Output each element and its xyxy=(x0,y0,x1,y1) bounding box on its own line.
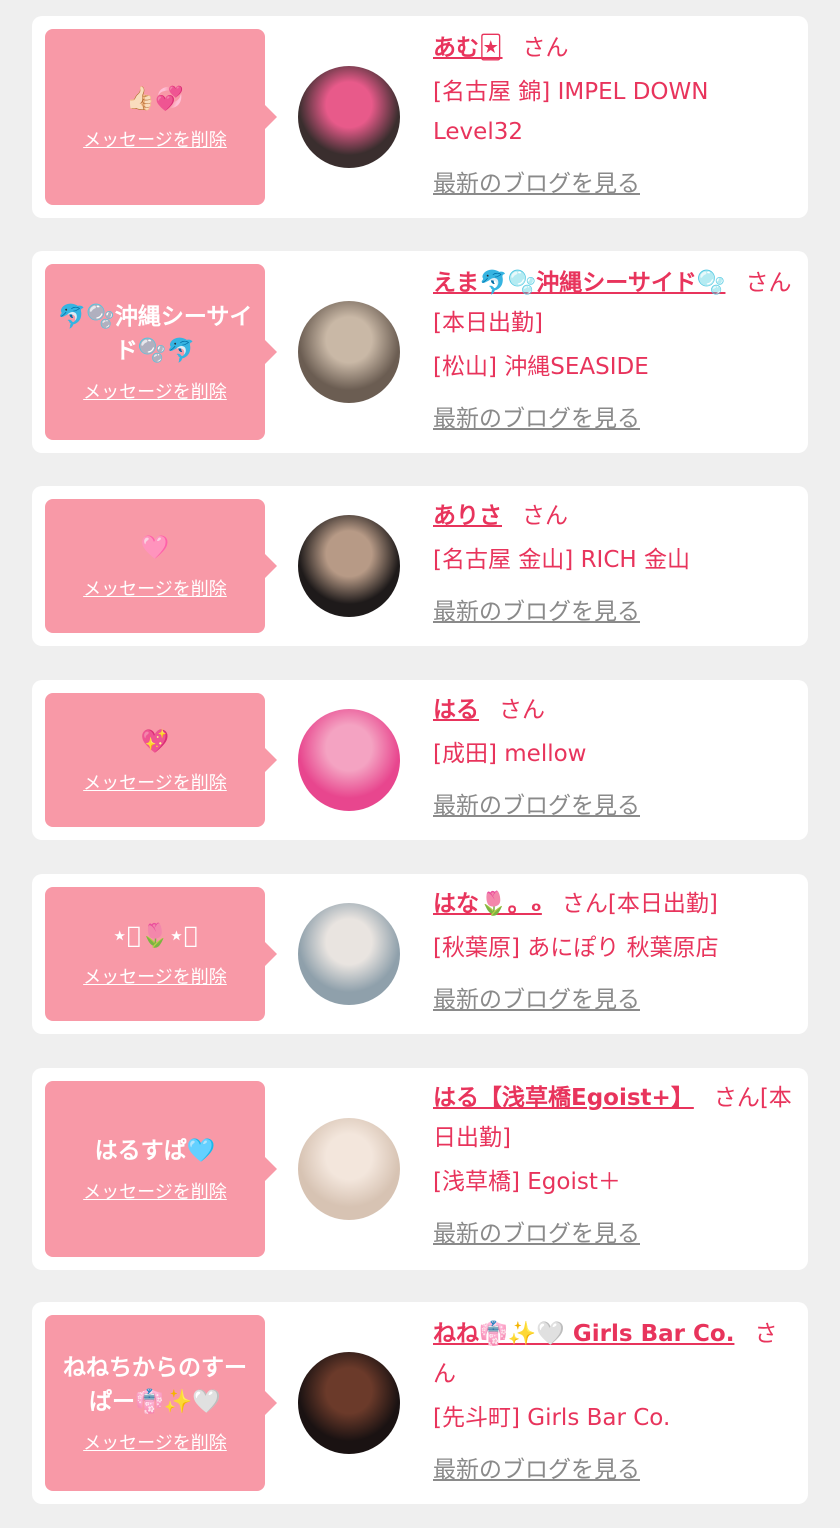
cast-info: はな🌷。ₒ さん[本日出勤] [秋葉原] あにぽり 秋葉原店 最新のブログを見る xyxy=(433,884,793,1020)
avatar[interactable] xyxy=(298,1118,400,1220)
avatar[interactable] xyxy=(298,66,400,168)
message-bubble: ⋆͛🌷⋆͛ メッセージを削除 xyxy=(45,887,277,1021)
avatar[interactable] xyxy=(298,301,400,403)
avatar[interactable] xyxy=(298,709,400,811)
message-text: 👍🏻💞 xyxy=(126,86,184,112)
honorific: さん xyxy=(561,891,608,917)
cast-info: はる【浅草橋Egoist+】 さん[本日出勤] [浅草橋] Egoist＋ 最新の… xyxy=(433,1078,793,1254)
delete-message-link[interactable]: メッセージを削除 xyxy=(83,769,227,795)
cast-name-link[interactable]: ありさ xyxy=(433,503,502,529)
latest-blog-link[interactable]: 最新のブログを見る xyxy=(433,980,640,1020)
cast-info: えま🐬🫧沖縄シーサイド🫧 さん [本日出勤] [松山] 沖縄SEASIDE 最新のブ… xyxy=(433,263,793,439)
avatar[interactable] xyxy=(298,903,400,1005)
latest-blog-link[interactable]: 最新のブログを見る xyxy=(433,1214,640,1254)
latest-blog-link[interactable]: 最新のブログを見る xyxy=(433,786,640,826)
honorific: さん xyxy=(522,503,568,529)
message-bubble: ねねちからのすーぱー👘✨🤍 メッセージを削除 xyxy=(45,1315,277,1491)
shop-name: [名古屋 錦] IMPEL DOWN Level32 xyxy=(433,79,709,145)
favorite-card: 👍🏻💞 メッセージを削除 あむ🃏 さん [名古屋 錦] IMPEL DOWN Le… xyxy=(32,16,808,218)
honorific: さん xyxy=(499,697,545,723)
cast-name-link[interactable]: はる xyxy=(433,697,479,723)
shop-name: [成田] mellow xyxy=(433,741,587,767)
favorite-card: 🐬🫧沖縄シーサイド🫧🐬 メッセージを削除 えま🐬🫧沖縄シーサイド🫧 さん [本日出勤… xyxy=(32,251,808,453)
cast-info: あむ🃏 さん [名古屋 錦] IMPEL DOWN Level32 最新のブログを… xyxy=(433,28,793,204)
message-text: 🩷 xyxy=(140,535,170,561)
honorific: さん xyxy=(522,35,569,61)
message-text: 💖 xyxy=(140,729,170,755)
cast-info: ありさ さん [名古屋 金山] RICH 金山 最新のブログを見る xyxy=(433,496,793,632)
shop-name: [浅草橋] Egoist＋ xyxy=(433,1169,621,1195)
favorite-card: はるすぱ🩵 メッセージを削除 はる【浅草橋Egoist+】 さん[本日出勤] [浅… xyxy=(32,1068,808,1270)
status-text: [本日出勤] xyxy=(607,891,718,917)
message-bubble: 🩷 メッセージを削除 xyxy=(45,499,277,633)
shop-name: [名古屋 金山] RICH 金山 xyxy=(433,547,690,573)
honorific: さん xyxy=(745,270,792,296)
message-text: ねねちからのすーぱー👘✨🤍 xyxy=(63,1355,247,1415)
delete-message-link[interactable]: メッセージを削除 xyxy=(83,963,227,989)
delete-message-link[interactable]: メッセージを削除 xyxy=(83,1178,227,1204)
cast-name-link[interactable]: ねね👘✨🤍 Girls Bar Co. xyxy=(433,1321,734,1347)
shop-name: [秋葉原] あにぽり 秋葉原店 xyxy=(433,935,719,961)
latest-blog-link[interactable]: 最新のブログを見る xyxy=(433,592,640,632)
cast-name-link[interactable]: あむ🃏 xyxy=(433,35,503,61)
delete-message-link[interactable]: メッセージを削除 xyxy=(83,126,227,152)
cast-info: はる さん [成田] mellow 最新のブログを見る xyxy=(433,690,793,826)
favorite-card: ねねちからのすーぱー👘✨🤍 メッセージを削除 ねね👘✨🤍 Girls Bar C… xyxy=(32,1302,808,1504)
message-text: ⋆͛🌷⋆͛ xyxy=(112,923,198,949)
favorite-list: 👍🏻💞 メッセージを削除 あむ🃏 さん [名古屋 錦] IMPEL DOWN Le… xyxy=(0,0,840,1528)
message-bubble: 👍🏻💞 メッセージを削除 xyxy=(45,29,277,205)
message-text: 🐬🫧沖縄シーサイド🫧🐬 xyxy=(57,304,253,364)
favorite-card: ⋆͛🌷⋆͛ メッセージを削除 はな🌷。ₒ さん[本日出勤] [秋葉原] あにぽり … xyxy=(32,874,808,1034)
avatar[interactable] xyxy=(298,1352,400,1454)
message-text: はるすぱ🩵 xyxy=(94,1138,216,1164)
latest-blog-link[interactable]: 最新のブログを見る xyxy=(433,399,640,439)
cast-name-link[interactable]: はな🌷。ₒ xyxy=(433,891,542,917)
message-bubble: 🐬🫧沖縄シーサイド🫧🐬 メッセージを削除 xyxy=(45,264,277,440)
avatar[interactable] xyxy=(298,515,400,617)
delete-message-link[interactable]: メッセージを削除 xyxy=(83,1429,227,1455)
cast-name-link[interactable]: えま🐬🫧沖縄シーサイド🫧 xyxy=(433,270,725,296)
cast-name-link[interactable]: はる【浅草橋Egoist+】 xyxy=(433,1085,694,1111)
favorite-card: 🩷 メッセージを削除 ありさ さん [名古屋 金山] RICH 金山 最新のブログ… xyxy=(32,486,808,646)
delete-message-link[interactable]: メッセージを削除 xyxy=(83,378,227,404)
honorific: さん xyxy=(713,1085,760,1111)
message-bubble: はるすぱ🩵 メッセージを削除 xyxy=(45,1081,277,1257)
status-text: [本日出勤] xyxy=(433,310,543,336)
message-bubble: 💖 メッセージを削除 xyxy=(45,693,277,827)
cast-info: ねね👘✨🤍 Girls Bar Co. さん [先斗町] Girls Bar Co… xyxy=(433,1314,793,1490)
latest-blog-link[interactable]: 最新のブログを見る xyxy=(433,1450,640,1490)
favorite-card: 💖 メッセージを削除 はる さん [成田] mellow 最新のブログを見る xyxy=(32,680,808,840)
shop-name: [松山] 沖縄SEASIDE xyxy=(433,354,649,380)
shop-name: [先斗町] Girls Bar Co. xyxy=(433,1405,671,1431)
latest-blog-link[interactable]: 最新のブログを見る xyxy=(433,164,640,204)
delete-message-link[interactable]: メッセージを削除 xyxy=(83,575,227,601)
